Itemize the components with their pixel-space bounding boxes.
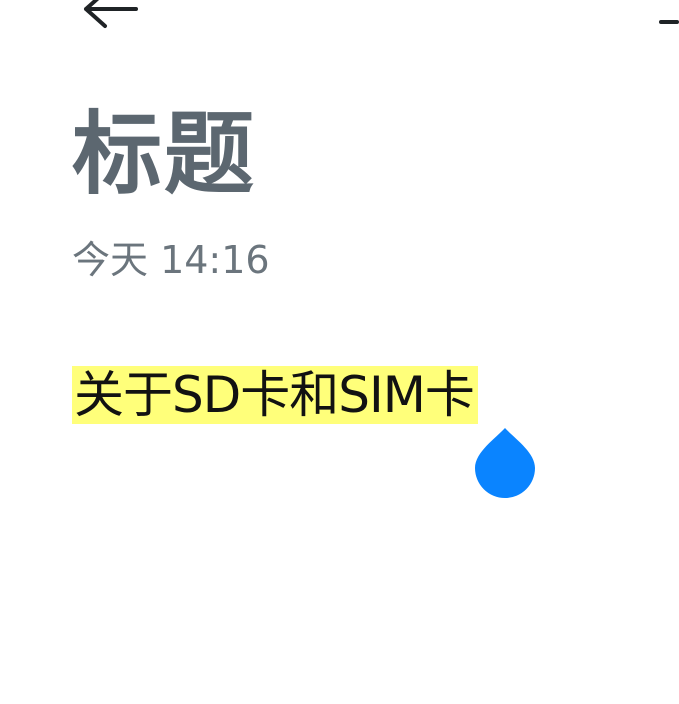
- droplet-handle-icon: [475, 428, 535, 498]
- note-body[interactable]: 关于SD卡和SIM卡: [72, 364, 478, 426]
- back-button[interactable]: [72, 0, 144, 42]
- selection-handle-right[interactable]: [474, 426, 536, 502]
- selected-text[interactable]: 关于SD卡和SIM卡: [72, 366, 478, 424]
- note-timestamp: 今天 14:16: [72, 238, 270, 282]
- minus-icon: [659, 20, 679, 24]
- arrow-left-icon: [84, 0, 138, 28]
- menu-button[interactable]: [649, 0, 679, 40]
- note-title[interactable]: 标题: [72, 100, 256, 210]
